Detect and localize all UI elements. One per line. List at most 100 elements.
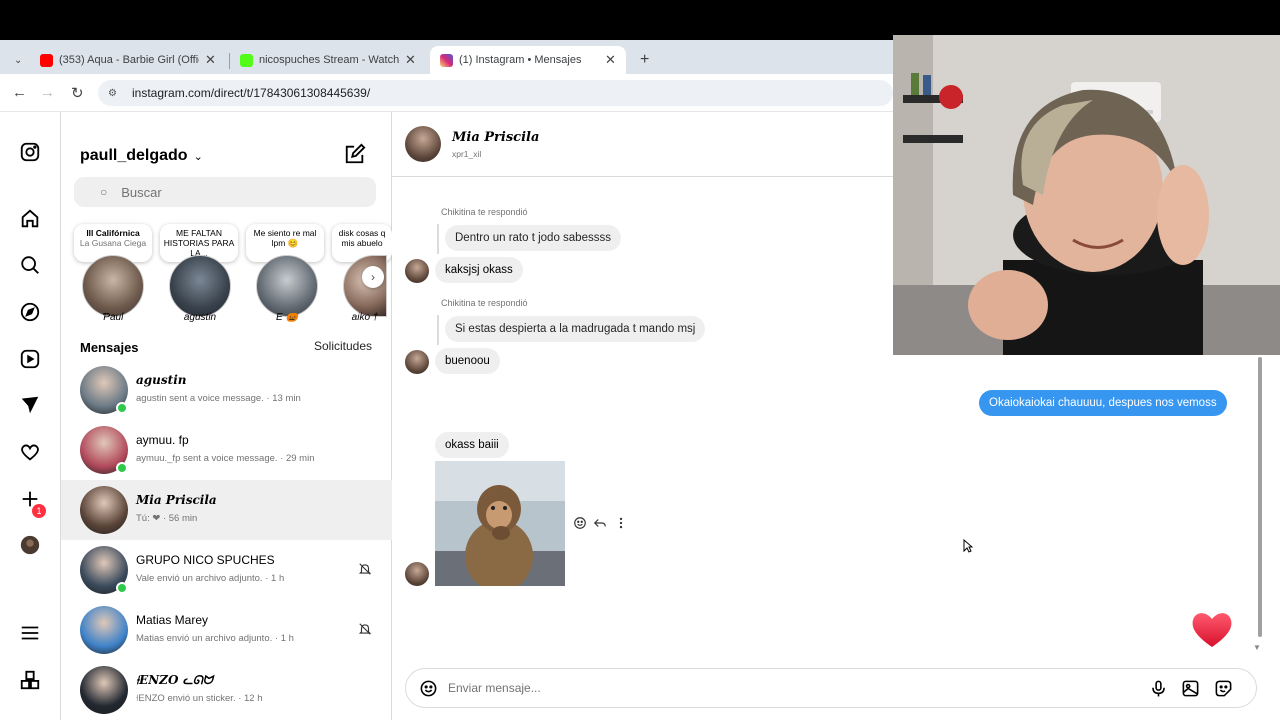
requests-link[interactable]: Solicitudes: [314, 339, 372, 353]
story-avatar[interactable]: [169, 255, 231, 317]
conversation-item[interactable]: Mia Priscila Tú: ❤ · 56 min: [61, 480, 392, 540]
note-subtext: La Gusana Ciega: [79, 238, 147, 248]
menu-icon[interactable]: [19, 622, 41, 644]
avatar: [80, 666, 128, 714]
tab-strip: ⌄ (353) Aqua - Barbie Girl (Official ✕ n…: [0, 40, 893, 74]
image-icon[interactable]: [1181, 679, 1200, 698]
conversation-preview: Matias envió un archivo adjunto. · 1 h: [136, 633, 294, 644]
username: paull_delgado: [80, 147, 188, 164]
conversation-preview: aymuu._fp sent a voice message. · 29 min: [136, 453, 315, 464]
conversation-name: agustin: [136, 373, 187, 387]
home-icon[interactable]: [19, 208, 41, 230]
search-icon[interactable]: [19, 254, 41, 276]
conversation-item[interactable]: agustin agustin sent a voice message. · 1…: [61, 360, 392, 420]
tab-title: (1) Instagram • Mensajes: [459, 54, 582, 66]
story-avatar[interactable]: [256, 255, 318, 317]
message-bubble[interactable]: kaksjsj okass: [435, 257, 523, 283]
more-options-icon[interactable]: [614, 516, 628, 530]
back-icon[interactable]: ←: [12, 84, 27, 101]
site-info-icon[interactable]: ⚙: [108, 88, 122, 99]
sender-avatar: [405, 259, 429, 283]
muted-bell-icon: [358, 623, 372, 635]
conversation-preview: ⟊ENZO envió un sticker. · 12 h: [136, 693, 263, 704]
screen-top-bar: [0, 0, 1280, 40]
contact-username: xpr1_xil: [452, 149, 482, 159]
close-tab-icon[interactable]: ✕: [205, 52, 216, 68]
notifications-heart-icon[interactable]: [19, 441, 41, 463]
conversation-preview: Vale envió un archivo adjunto. · 1 h: [136, 573, 285, 584]
conversation-panel: paull_delgado ⌄ ○ Buscar lll Califórnica L…: [61, 112, 392, 720]
address-bar[interactable]: ⚙ instagram.com/direct/t/178430613084456…: [98, 80, 893, 106]
forward-icon[interactable]: →: [40, 84, 55, 101]
tab-barbie-girl[interactable]: (353) Aqua - Barbie Girl (Official ✕: [30, 46, 226, 74]
note-text: lll Califórnica: [86, 228, 140, 238]
contact-name[interactable]: Mia Priscila: [452, 130, 539, 145]
sender-avatar: [405, 562, 429, 586]
note-text: ME FALTAN HISTORIAS PARA LA...: [163, 228, 235, 258]
conversation-item[interactable]: aymuu. fp aymuu._fp sent a voice message.…: [61, 420, 392, 480]
profile-avatar-icon[interactable]: [19, 534, 41, 556]
react-emoji-icon[interactable]: [573, 516, 587, 530]
online-status-dot: [116, 462, 128, 474]
new-message-icon[interactable]: [344, 143, 366, 165]
chevron-right-icon: ›: [371, 270, 375, 284]
scrollbar-thumb[interactable]: [1258, 357, 1262, 637]
tab-title: (353) Aqua - Barbie Girl (Official: [59, 54, 199, 66]
search-input[interactable]: ○ Buscar: [74, 177, 376, 207]
tab-list-button[interactable]: ⌄: [4, 46, 32, 74]
sender-avatar: [405, 350, 429, 374]
reels-icon[interactable]: [19, 348, 41, 370]
messenger-icon[interactable]: [19, 394, 41, 416]
chevron-down-icon: ⌄: [14, 54, 23, 66]
contact-avatar[interactable]: [405, 126, 441, 162]
sticker-icon[interactable]: [1214, 679, 1233, 698]
tab-instagram[interactable]: (1) Instagram • Mensajes ✕: [430, 46, 626, 74]
search-icon: ○: [100, 185, 108, 199]
account-switcher[interactable]: paull_delgado ⌄: [80, 147, 203, 165]
reply-bar: [437, 224, 439, 254]
url-text: instagram.com/direct/t/17843061308445639…: [132, 86, 371, 100]
story-avatar[interactable]: [82, 255, 144, 317]
message-bubble[interactable]: okass baiii: [435, 432, 509, 458]
microphone-icon[interactable]: [1149, 679, 1168, 698]
story-name: Ƥaul: [102, 312, 124, 323]
create-icon[interactable]: [19, 488, 41, 510]
conversation-item[interactable]: ⟊ENZO ᓚᘏᗢ ⟊ENZO envió un sticker. · 12 h: [61, 660, 392, 720]
new-tab-button[interactable]: +: [630, 46, 659, 74]
message-input[interactable]: Enviar mensaje...: [448, 681, 541, 695]
story-name: aiko †: [351, 312, 379, 323]
quoted-message[interactable]: Dentro un rato t jodo sabessss: [445, 225, 621, 251]
tab-title: nicospuches Stream - Watch Live: [259, 54, 399, 66]
search-placeholder: Buscar: [121, 184, 162, 200]
conversation-preview: agustin sent a voice message. · 13 min: [136, 393, 301, 404]
instagram-favicon-icon: [440, 53, 453, 67]
conversation-item[interactable]: Matias Marey Matias envió un archivo adju…: [61, 600, 392, 660]
close-tab-icon[interactable]: ✕: [605, 52, 616, 68]
avatar: [80, 486, 128, 534]
conversation-item[interactable]: GRUPO NICO SPUCHES Vale envió un archivo …: [61, 540, 392, 600]
quoted-message[interactable]: Si estas despierta a la madrugada t mand…: [445, 316, 706, 342]
message-bubble[interactable]: buenoou: [435, 348, 500, 374]
conversation-name: Matias Marey: [136, 613, 209, 627]
heart-reaction-icon[interactable]: [1190, 609, 1234, 649]
explore-icon[interactable]: [19, 301, 41, 323]
message-composer[interactable]: Enviar mensaje...: [405, 668, 1257, 708]
story-avatar[interactable]: [343, 255, 387, 317]
conversation-name: GRUPO NICO SPUCHES: [136, 553, 275, 567]
instagram-logo-icon[interactable]: [19, 141, 41, 163]
reply-icon[interactable]: [593, 516, 607, 530]
close-tab-icon[interactable]: ✕: [405, 52, 416, 68]
my-message-bubble[interactable]: Okaiokaiokai chauuuu, despues nos vemoss: [979, 390, 1227, 416]
mouse-cursor-icon: [963, 539, 973, 553]
emoji-icon[interactable]: [419, 679, 438, 698]
more-apps-icon[interactable]: [19, 669, 41, 691]
note-text: disk cosas q mis abuelo: [338, 228, 386, 248]
scroll-down-arrow[interactable]: ▼: [1253, 643, 1261, 652]
photo-attachment[interactable]: [435, 461, 565, 586]
stories-next-button[interactable]: ›: [362, 266, 384, 288]
reply-label: Chikitina te respondió: [441, 207, 528, 217]
reload-icon[interactable]: ↻: [71, 84, 84, 102]
messages-heading: Mensajes: [80, 340, 139, 355]
tab-kick-stream[interactable]: nicospuches Stream - Watch Live ✕: [230, 46, 426, 74]
conversation-name: aymuu. fp: [136, 433, 189, 447]
